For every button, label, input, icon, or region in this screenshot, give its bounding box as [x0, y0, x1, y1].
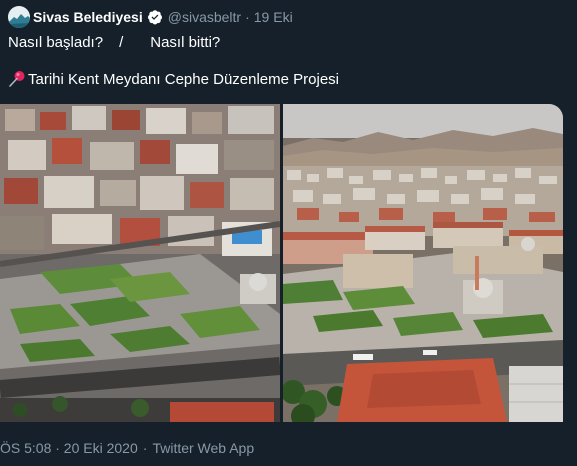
text-slash: / — [119, 34, 124, 51]
tweet-footer: ÖS 5:08 · 20 Eki 2020 · Twitter Web App — [0, 440, 254, 456]
logo-icon — [8, 6, 30, 28]
project-title: Tarihi Kent Meydanı Cephe Düzenleme Proj… — [28, 70, 339, 88]
tweet-timestamp[interactable]: ÖS 5:08 · 20 Eki 2020 — [0, 440, 138, 456]
tweet-text-line-1: Nasıl başladı? / Nasıl bitti? — [8, 34, 220, 51]
tweet-card: Sivas Belediyesi @sivasbeltr · 19 Eki Na… — [0, 0, 577, 466]
display-name[interactable]: Sivas Belediyesi — [33, 9, 143, 25]
question-ended: Nasıl bitti? — [150, 34, 221, 51]
tweet-header: Sivas Belediyesi @sivasbeltr · 19 Eki — [8, 5, 293, 29]
before-aerial-photo[interactable] — [0, 104, 280, 422]
tweet-media — [0, 104, 563, 422]
header-separator: · — [245, 9, 250, 25]
before-aerial-image — [0, 104, 280, 422]
after-aerial-image — [283, 104, 563, 422]
footer-separator: · — [142, 440, 148, 456]
question-began: Nasıl başladı? — [8, 34, 104, 51]
source-app-link[interactable]: Twitter Web App — [152, 440, 254, 456]
tweet-text-line-2: Tarihi Kent Meydanı Cephe Düzenleme Proj… — [8, 70, 339, 88]
verified-badge-icon — [147, 10, 162, 25]
after-aerial-photo[interactable] — [283, 104, 563, 422]
user-handle[interactable]: @sivasbeltr — [168, 9, 241, 25]
pushpin-icon — [9, 71, 25, 87]
avatar[interactable] — [8, 6, 30, 28]
tweet-relative-date[interactable]: 19 Eki — [254, 9, 293, 25]
